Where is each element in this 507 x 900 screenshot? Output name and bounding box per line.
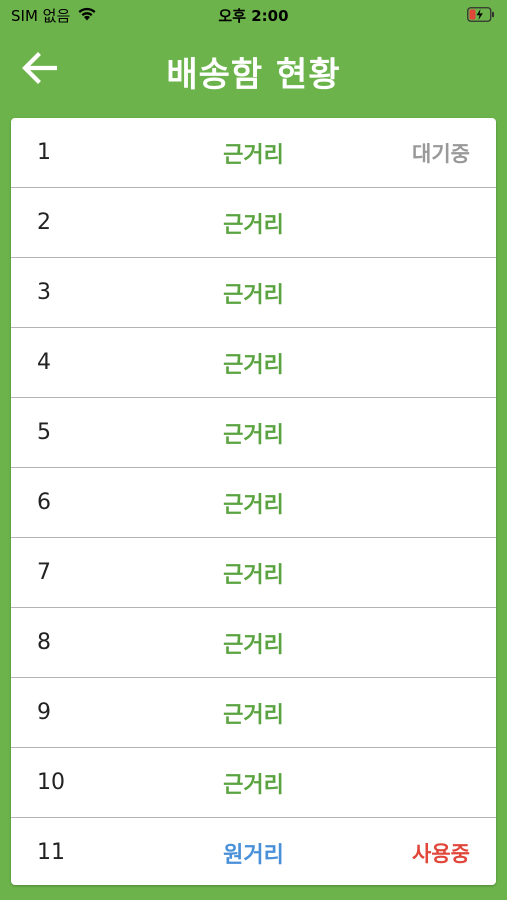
page-title: 배송함 현황 xyxy=(166,55,341,95)
list-item[interactable]: 4 근거리 xyxy=(11,328,496,398)
box-type: 근거리 xyxy=(223,492,284,518)
app-header: 배송함 현황 xyxy=(0,30,507,114)
list-item[interactable]: 1 근거리 대기중 xyxy=(11,118,496,188)
list-item[interactable]: 11 원거리 사용중 xyxy=(11,818,496,885)
battery-charging-icon xyxy=(467,7,495,22)
list-item[interactable]: 10 근거리 xyxy=(11,748,496,818)
delivery-box-list: 1 근거리 대기중 2 근거리 3 근거리 4 근거리 5 근거리 6 근거리 7 근거리 8 근거리 9 근거리 1… xyxy=(11,118,496,885)
list-item[interactable]: 2 근거리 xyxy=(11,188,496,258)
list-item[interactable]: 3 근거리 xyxy=(11,258,496,328)
box-type: 근거리 xyxy=(223,212,284,238)
box-type: 근거리 xyxy=(223,632,284,658)
list-item[interactable]: 7 근거리 xyxy=(11,538,496,608)
box-type: 근거리 xyxy=(223,282,284,308)
box-type: 근거리 xyxy=(223,772,284,798)
status-time: 오후 2:00 xyxy=(218,7,289,25)
box-status: 대기중 xyxy=(412,141,470,166)
box-type: 근거리 xyxy=(223,352,284,378)
box-status: 사용중 xyxy=(412,841,470,866)
list-item[interactable]: 8 근거리 xyxy=(11,608,496,678)
list-item[interactable]: 5 근거리 xyxy=(11,398,496,468)
list-item[interactable]: 9 근거리 xyxy=(11,678,496,748)
box-type: 근거리 xyxy=(223,562,284,588)
status-bar: SIM 없음 오후 2:00 xyxy=(0,0,507,30)
box-type: 근거리 xyxy=(223,702,284,728)
box-type: 근거리 xyxy=(223,422,284,448)
list-item[interactable]: 6 근거리 xyxy=(11,468,496,538)
